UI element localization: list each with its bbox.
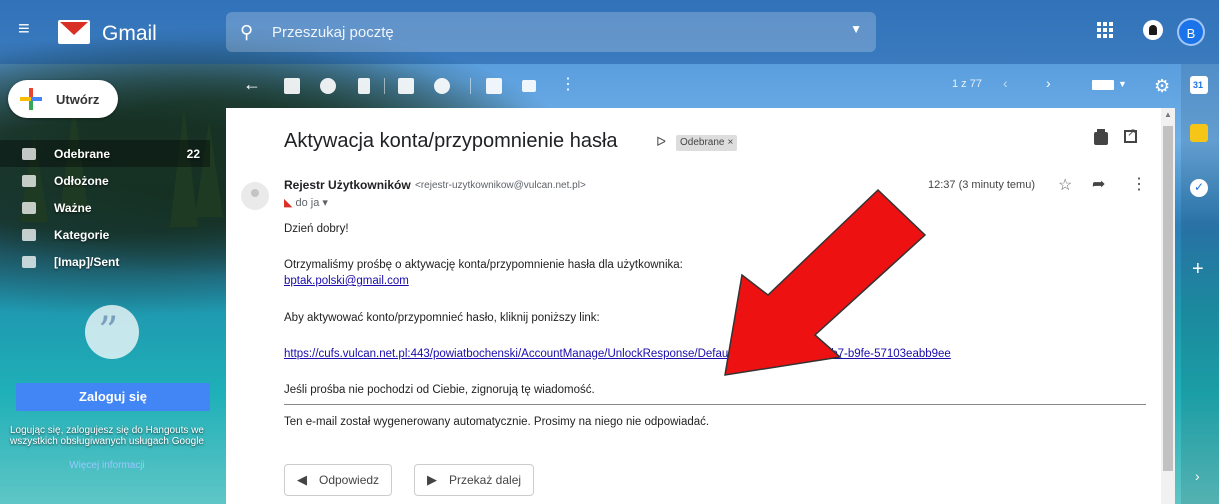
delete-icon[interactable] [358,78,370,94]
sidebar-item-label: Odłożone [54,173,109,188]
sender-avatar [241,182,269,210]
sidebar-item-label: Ważne [54,200,92,215]
calendar-icon[interactable] [1190,76,1208,94]
report-spam-icon[interactable] [320,78,336,94]
search-options-icon[interactable]: ▼ [850,22,862,36]
reply-icon[interactable]: ➦ [1092,174,1105,194]
label-chip: Odebrane × [676,135,738,151]
archive-icon[interactable] [284,78,300,94]
back-arrow-icon[interactable]: ← [243,74,261,95]
google-apps-icon[interactable] [1097,22,1113,38]
label-icon[interactable] [522,80,536,92]
keep-icon[interactable] [1190,124,1208,142]
hangouts-signin-button[interactable]: Zaloguj się [16,383,210,411]
toolbar-divider [470,78,471,94]
sidebar-item-snoozed[interactable]: Odłożone [0,167,210,194]
expand-panel-icon[interactable]: › [1195,468,1200,484]
clock-icon [22,174,36,187]
reply-button-label: Odpowiedz [319,473,380,487]
snooze-clock-icon[interactable] [434,78,450,94]
chevron-down-icon[interactable]: ▾ [322,197,328,209]
hangouts-more-info-link[interactable]: Więcej informacji [4,460,210,471]
app-title[interactable]: Gmail [102,22,157,46]
message-line-1: Otrzymaliśmy prośbę o aktywację konta/pr… [284,259,683,271]
sidebar-nav: Odebrane 22 Odłożone Ważne Kategorie [Im… [0,140,210,275]
search-bar: ⚲ ▼ [226,12,876,52]
notifications-icon[interactable] [1143,20,1163,40]
main-menu-icon[interactable]: ≡ [18,19,38,39]
gear-icon[interactable]: ⚙ [1154,76,1170,97]
activation-link[interactable]: https://cufs.vulcan.net.pl:443/powiatboc… [284,348,951,360]
hangouts-description: Logując się, zalogujesz się do Hangouts … [9,425,204,447]
signature-divider [284,404,1146,405]
message-scrollbar[interactable]: ▲ [1161,108,1175,504]
reply-button[interactable]: ◀ Odpowiedz [284,464,393,496]
forward-icon: ▶ [427,472,437,487]
input-tools-icon[interactable] [1092,80,1114,90]
hangouts-icon [85,305,139,359]
sidebar-item-label: Kategorie [54,227,110,242]
sidebar-item-important[interactable]: Ważne [0,194,210,221]
more-options-icon[interactable]: ⋮ [560,74,576,94]
forward-button-label: Przekaż dalej [449,473,522,487]
remove-label-icon[interactable]: × [727,137,733,148]
inbox-icon [22,147,36,160]
forward-button[interactable]: ▶ Przekaż dalej [414,464,535,496]
message-subject: Aktywacja konta/przypomnienie hasła [284,130,618,152]
star-icon[interactable]: ☆ [1058,175,1072,195]
importance-label-icon: ◣ [284,197,293,209]
recipient-text: do ja [295,197,320,209]
add-addon-icon[interactable]: + [1192,258,1204,281]
label-chip-text: Odebrane [680,137,725,148]
newer-chevron-icon[interactable]: ‹ [1003,75,1008,91]
message-greeting: Dzień dobry! [284,223,349,235]
toolbar-divider [384,78,385,94]
sender-email: <rejestr-uzytkownikow@vulcan.net.pl> [415,180,586,191]
top-bar: ≡ Gmail ⚲ ▼ B [0,0,1219,64]
scroll-thumb[interactable] [1163,126,1173,471]
recipient-line[interactable]: ◣ do ja ▾ [284,196,328,209]
important-icon [22,201,36,214]
message-line-3: Jeśli prośba nie pochodzi od Ciebie, zig… [284,384,595,396]
sidebar-item-label: Odebrane [54,146,111,161]
user-email-link[interactable]: bptak.polski@gmail.com [284,275,409,287]
open-new-window-icon[interactable] [1124,126,1137,143]
label-icon [22,228,36,241]
sidebar-item-imap-sent[interactable]: [Imap]/Sent [0,248,210,275]
older-chevron-icon[interactable]: › [1046,75,1051,91]
compose-label: Utwórz [56,91,100,107]
plus-icon [20,88,42,110]
gmail-logo-icon[interactable] [58,20,90,44]
scroll-up-icon[interactable]: ▲ [1164,110,1172,119]
print-icon[interactable] [1094,129,1108,145]
chevron-down-icon[interactable]: ▼ [1118,79,1127,89]
pagination-counter: 1 z 77 [952,78,982,90]
label-icon [22,255,36,268]
unread-count: 22 [186,146,200,161]
reply-icon: ◀ [297,472,307,487]
message-footer: Ten e-mail został wygenerowany automatyc… [284,416,710,428]
message-time: 12:37 (3 minuty temu) [928,179,1035,191]
search-icon[interactable]: ⚲ [240,22,253,43]
sidebar-item-categories[interactable]: Kategorie [0,221,210,248]
account-avatar[interactable]: B [1177,18,1205,46]
more-options-icon[interactable]: ⋮ [1131,174,1147,194]
move-to-folder-icon[interactable] [486,78,502,94]
mark-unread-icon[interactable] [398,78,414,94]
sidebar-item-inbox[interactable]: Odebrane 22 [0,140,210,167]
importance-marker-icon[interactable]: ᐅ [656,134,666,150]
message-line-2: Aby aktywować konto/przypomnieć hasło, k… [284,312,600,324]
tasks-icon[interactable] [1190,179,1208,197]
sidebar-item-label: [Imap]/Sent [54,254,120,269]
side-panel: + › [1181,64,1219,504]
search-input[interactable] [272,24,792,41]
sender-name: Rejestr Użytkowników [284,178,411,192]
compose-button[interactable]: Utwórz [8,80,118,118]
message-toolbar: ← ⋮ 1 z 77 ‹ › ▼ ⚙ [226,64,1181,108]
message-view: Aktywacja konta/przypomnienie hasła ᐅ Od… [226,108,1161,504]
